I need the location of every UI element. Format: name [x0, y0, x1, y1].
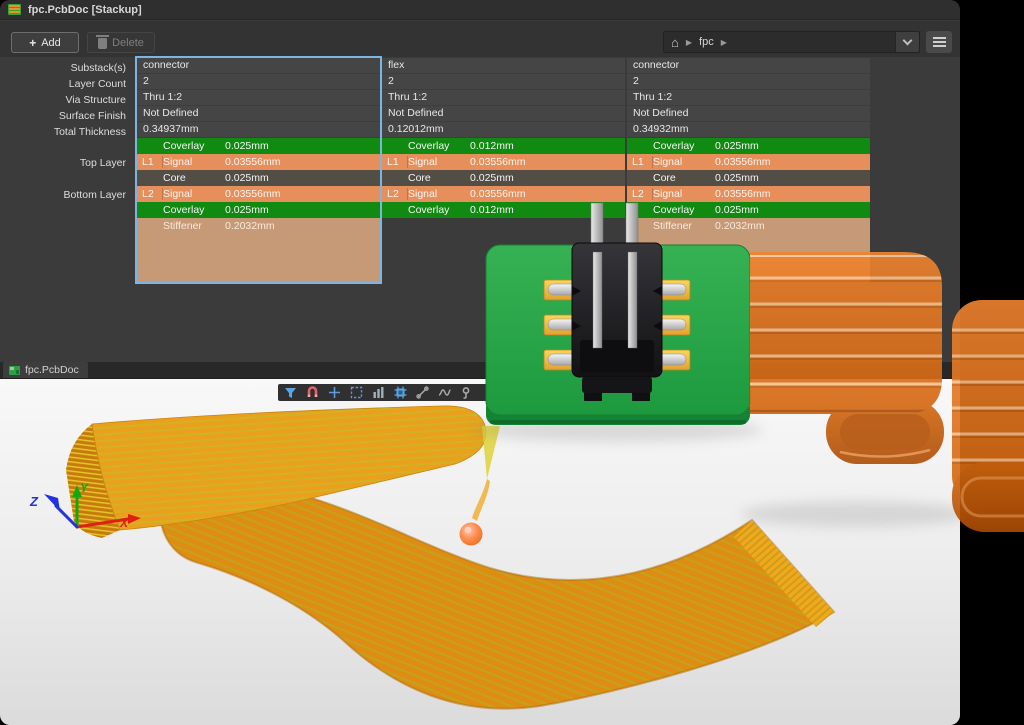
surface-finish-cell[interactable]: Not Defined	[382, 106, 625, 122]
row-label: Total Thickness	[54, 125, 126, 139]
pcb-document-icon	[9, 366, 20, 375]
document-tab-bar: fpc.PcbDoc	[0, 362, 960, 378]
breadcrumb-arrow-icon: ▶	[686, 38, 692, 47]
hamburger-icon	[933, 41, 946, 43]
substack-column-flex[interactable]: flex 2 Thru 1:2 Not Defined 0.12012mm Co…	[382, 58, 625, 218]
via-structure-cell[interactable]: Thru 1:2	[137, 90, 380, 106]
substack-column-connector-2[interactable]: connector 2 Thru 1:2 Not Defined 0.34932…	[627, 58, 870, 282]
layer-row-signal[interactable]: L1 Signal 0.03556mm	[137, 154, 380, 170]
substack-name-cell[interactable]: connector	[627, 58, 870, 74]
layer-row-core[interactable]: Core 0.025mm	[627, 170, 870, 186]
row-label: Via Structure	[65, 93, 126, 107]
filter-icon[interactable]	[284, 386, 297, 399]
coil-sheet-back	[952, 300, 1024, 506]
probe-icon[interactable]	[460, 386, 473, 399]
layer-count-cell[interactable]: 2	[627, 74, 870, 90]
layer-count-cell[interactable]: 2	[137, 74, 380, 90]
stackup-titlebar: fpc.PcbDoc [Stackup]	[0, 0, 960, 20]
component-place-icon[interactable]	[394, 386, 407, 399]
surface-finish-cell[interactable]: Not Defined	[137, 106, 380, 122]
total-thickness-cell[interactable]: 0.12012mm	[382, 122, 625, 138]
row-label: Substack(s)	[71, 61, 126, 75]
substack-column-connector-1[interactable]: connector 2 Thru 1:2 Not Defined 0.34937…	[137, 58, 380, 282]
layer-count-cell[interactable]: 2	[382, 74, 625, 90]
altium-window: fpc.PcbDoc [Stackup] + Add Delete ⌂ ▶ fp…	[0, 0, 960, 725]
layer-row-signal[interactable]: L1 Signal 0.03556mm	[382, 154, 625, 170]
row-label: Layer Count	[69, 77, 126, 91]
layer-row-signal[interactable]: L2 Signal 0.03556mm	[627, 186, 870, 202]
interactive-route-icon[interactable]	[416, 386, 429, 399]
screenshot-stage: fpc.PcbDoc [Stackup] + Add Delete ⌂ ▶ fp…	[0, 0, 1024, 725]
tab-fpc-pcbdoc[interactable]: fpc.PcbDoc	[3, 362, 88, 378]
layer-row-stiffener[interactable]: Stiffener 0.2032mm	[627, 218, 870, 282]
row-label: Surface Finish	[59, 109, 126, 123]
breadcrumb[interactable]: ⌂ ▶ fpc ▶	[663, 31, 920, 53]
layer-row-signal[interactable]: L2 Signal 0.03556mm	[382, 186, 625, 202]
row-label: Top Layer	[80, 156, 126, 170]
via-structure-cell[interactable]: Thru 1:2	[627, 90, 870, 106]
editor-floating-toolbar	[278, 384, 490, 401]
layer-row-core[interactable]: Core 0.025mm	[382, 170, 625, 186]
chevron-down-icon	[903, 36, 913, 46]
magnet-icon[interactable]	[306, 386, 319, 399]
menu-button[interactable]	[926, 31, 952, 53]
home-icon[interactable]: ⌂	[671, 36, 679, 49]
measurements-icon[interactable]	[372, 386, 385, 399]
via-structure-cell[interactable]: Thru 1:2	[382, 90, 625, 106]
layer-row-coverlay[interactable]: Coverlay 0.025mm	[137, 138, 380, 154]
coil-fold-bottom	[952, 462, 1024, 532]
layer-row-coverlay[interactable]: Coverlay 0.012mm	[382, 202, 625, 218]
row-label: Bottom Layer	[64, 188, 126, 202]
crosshair-icon[interactable]	[328, 386, 341, 399]
layer-row-stiffener[interactable]: Stiffener 0.2032mm	[137, 218, 380, 282]
stackup-toolbar: + Add Delete ⌂ ▶ fpc ▶	[0, 21, 960, 57]
layer-row-coverlay[interactable]: Coverlay 0.025mm	[627, 138, 870, 154]
total-thickness-cell[interactable]: 0.34932mm	[627, 122, 870, 138]
substack-name-cell[interactable]: connector	[137, 58, 380, 74]
substack-name-cell[interactable]: flex	[382, 58, 625, 74]
breadcrumb-arrow-icon: ▶	[721, 38, 727, 47]
breadcrumb-path[interactable]: fpc	[699, 36, 714, 48]
layer-row-signal[interactable]: L1 Signal 0.03556mm	[627, 154, 870, 170]
area-select-icon[interactable]	[350, 386, 363, 399]
surface-finish-cell[interactable]: Not Defined	[627, 106, 870, 122]
layer-row-signal[interactable]: L2 Signal 0.03556mm	[137, 186, 380, 202]
layer-row-core[interactable]: Core 0.025mm	[137, 170, 380, 186]
tune-icon[interactable]	[438, 386, 451, 399]
layer-row-coverlay[interactable]: Coverlay 0.025mm	[627, 202, 870, 218]
stackup-row-labels: Substack(s) Layer Count Via Structure Su…	[0, 0, 131, 230]
total-thickness-cell[interactable]: 0.34937mm	[137, 122, 380, 138]
layer-row-coverlay[interactable]: Coverlay 0.025mm	[137, 202, 380, 218]
pcb-3d-viewport[interactable]	[0, 378, 960, 725]
layer-row-coverlay[interactable]: Coverlay 0.012mm	[382, 138, 625, 154]
breadcrumb-dropdown-button[interactable]	[895, 32, 919, 52]
